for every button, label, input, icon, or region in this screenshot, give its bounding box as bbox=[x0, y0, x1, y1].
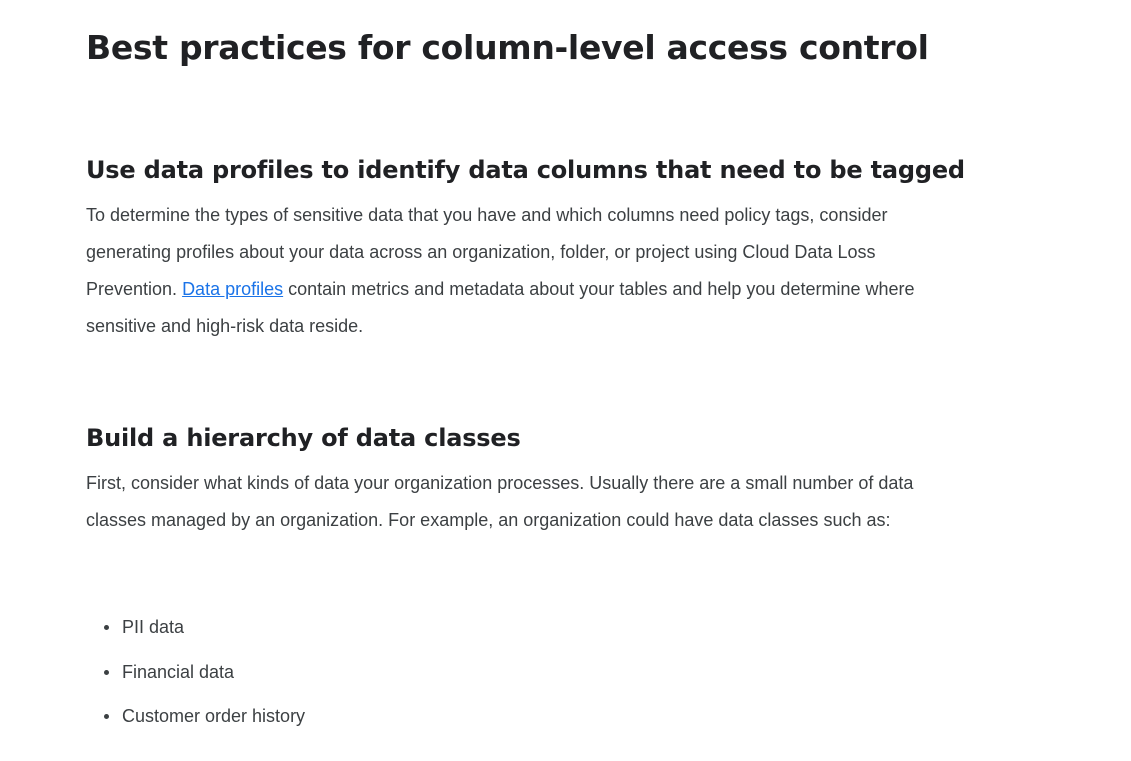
list-item: PII data bbox=[86, 608, 305, 653]
list-item-label: PII data bbox=[122, 617, 185, 637]
list-item-label: Customer order history bbox=[122, 706, 306, 726]
list-item: Financial data bbox=[86, 653, 305, 698]
list-item-label: Financial data bbox=[122, 661, 235, 682]
section-paragraph-data-profiles: To determine the types of sensitive data… bbox=[86, 197, 956, 345]
bullet-icon bbox=[104, 669, 109, 675]
section-heading-hierarchy: Build a hierarchy of data classes bbox=[86, 424, 521, 452]
section-paragraph-hierarchy: First, consider what kinds of data your … bbox=[86, 473, 914, 530]
data-classes-list: PII data Financial data Customer order h… bbox=[86, 608, 305, 742]
section-heading-data-profiles: Use data profiles to identify data colum… bbox=[86, 156, 965, 184]
data-profiles-link[interactable]: Data profiles bbox=[182, 279, 283, 299]
bullet-icon bbox=[104, 714, 109, 719]
page-title: Best practices for column-level access c… bbox=[86, 28, 929, 67]
bullet-icon bbox=[104, 625, 109, 630]
list-item: Customer order history bbox=[86, 697, 305, 742]
